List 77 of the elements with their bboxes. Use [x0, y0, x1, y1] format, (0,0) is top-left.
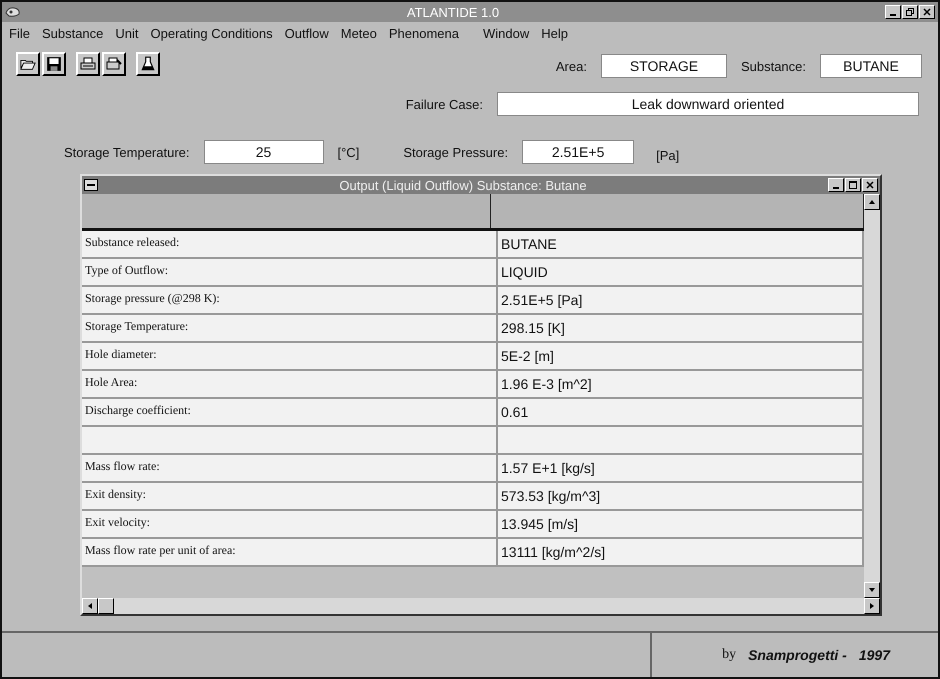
- menu-item[interactable]: Unit: [114, 26, 140, 40]
- menu-item[interactable]: Substance: [40, 26, 104, 40]
- horizontal-scrollbar[interactable]: [82, 598, 880, 614]
- substance-field[interactable]: BUTANE: [820, 54, 922, 78]
- status-text: 1997: [858, 647, 890, 663]
- table-cell: 573.53 [kg/m^3]: [498, 483, 864, 509]
- field-label: Failure Case:: [406, 96, 483, 112]
- minimize-button[interactable]: [828, 178, 844, 192]
- printer-icon: [80, 56, 96, 72]
- table-cell: 1.96 E-3 [m^2]: [498, 371, 864, 397]
- table-cell: 0.61: [498, 399, 864, 425]
- table-cell: Substance released:: [82, 231, 498, 257]
- menu-item[interactable]: Operating Conditions: [150, 26, 274, 40]
- close-button[interactable]: [862, 178, 878, 192]
- close-button[interactable]: [919, 5, 935, 19]
- down-arrow-icon: [868, 586, 876, 594]
- table-cell: 2.51E+5 [Pa]: [498, 287, 864, 313]
- print-setup-button[interactable]: [102, 52, 126, 76]
- unit-label: [°C]: [338, 144, 360, 160]
- window-title: ATLANTIDE 1.0: [406, 4, 500, 20]
- table-cell: 1.57 E+1 [kg/s]: [498, 455, 864, 481]
- pressure-field[interactable]: 2.51E+5: [522, 140, 634, 164]
- restore-icon: [905, 7, 915, 17]
- app-icon: [5, 5, 21, 19]
- minimize-icon: [890, 14, 896, 16]
- print-button[interactable]: [76, 52, 100, 76]
- table-cell: Type of Outflow:: [82, 259, 498, 285]
- substance-button[interactable]: [136, 52, 160, 76]
- window-title: Output (Liquid Outflow) Substance: Butane: [338, 178, 588, 192]
- table-cell: Exit velocity:: [82, 511, 498, 537]
- field-label: Substance:: [740, 58, 806, 74]
- table-cell: LIQUID: [498, 259, 864, 285]
- table-cell: Exit density:: [82, 483, 498, 509]
- unit-label: [Pa]: [656, 148, 680, 162]
- area-field[interactable]: STORAGE: [600, 54, 727, 78]
- restore-button[interactable]: [902, 5, 918, 19]
- right-arrow-icon: [868, 602, 876, 610]
- menu-item[interactable]: Help: [540, 26, 569, 40]
- window-menu-icon[interactable]: [84, 179, 98, 191]
- failure-case-field[interactable]: Leak downward oriented: [497, 92, 919, 116]
- table-cell: 5E-2 [m]: [498, 343, 864, 369]
- menu-item[interactable]: Phenomena: [388, 26, 460, 40]
- maximize-icon: [848, 180, 858, 190]
- flask-icon: [140, 56, 156, 72]
- temperature-field[interactable]: 25: [204, 140, 324, 164]
- close-icon: [865, 180, 875, 190]
- table-cell: 298.15 [K]: [498, 315, 864, 341]
- table-cell: Storage pressure (@298 K):: [82, 287, 498, 313]
- menu-item[interactable]: Window: [482, 26, 530, 40]
- open-button[interactable]: [16, 52, 40, 76]
- close-icon: [922, 7, 932, 17]
- field-label: Area:: [556, 58, 587, 74]
- table-cell: Mass flow rate:: [82, 455, 498, 481]
- left-arrow-icon: [86, 602, 94, 610]
- maximize-button[interactable]: [845, 178, 861, 192]
- menu-item[interactable]: Meteo: [340, 26, 378, 40]
- save-button[interactable]: [42, 52, 66, 76]
- table-cell: Hole Area:: [82, 371, 498, 397]
- status-text: Snamprogetti -: [748, 647, 847, 663]
- table-cell: BUTANE: [498, 231, 864, 257]
- menu-item[interactable]: Outflow: [284, 26, 330, 40]
- table-cell: 13.945 [m/s]: [498, 511, 864, 537]
- scroll-thumb[interactable]: [98, 598, 114, 614]
- table-cell: 13111 [kg/m^2/s]: [498, 539, 864, 565]
- table-cell: Storage Temperature:: [82, 315, 498, 341]
- printer-icon: [106, 56, 122, 72]
- status-text: by: [722, 647, 736, 663]
- minimize-icon: [833, 187, 839, 189]
- up-arrow-icon: [868, 198, 876, 206]
- minimize-button[interactable]: [885, 5, 901, 19]
- vertical-scrollbar[interactable]: [864, 194, 880, 598]
- field-label: Storage Temperature:: [64, 144, 190, 160]
- table-cell: Discharge coefficient:: [82, 399, 498, 425]
- menu-item[interactable]: File: [8, 26, 31, 40]
- field-label: Storage Pressure:: [403, 144, 508, 160]
- table-cell: Hole diameter:: [82, 343, 498, 369]
- table-cell: Mass flow rate per unit of area:: [82, 539, 498, 565]
